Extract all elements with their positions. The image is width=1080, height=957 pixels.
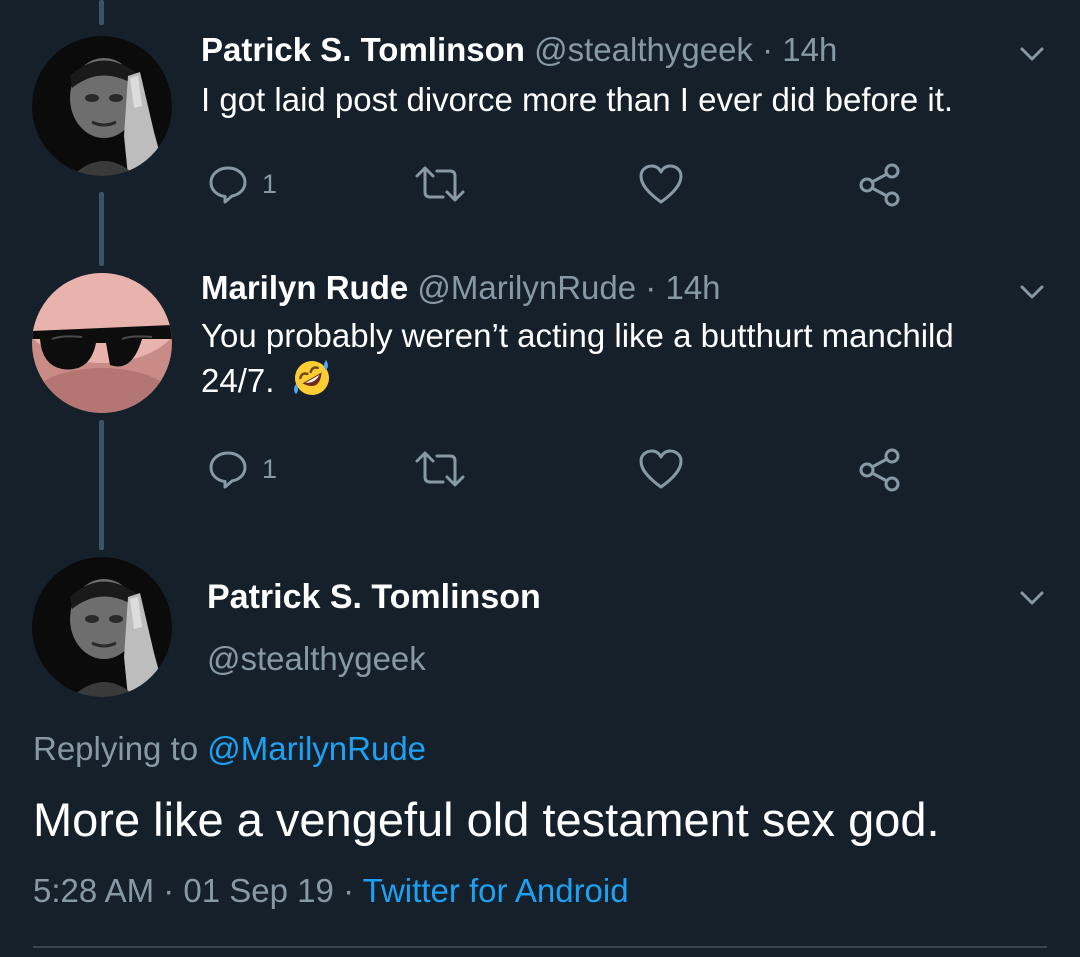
tweet-date: 01 Sep 19 — [183, 872, 334, 909]
tweet-time[interactable]: 14h — [782, 31, 837, 68]
chevron-down-icon[interactable] — [1014, 36, 1050, 72]
divider — [33, 946, 1047, 948]
tweet-time[interactable]: 14h — [665, 269, 720, 306]
display-name[interactable]: Patrick S. Tomlinson — [207, 578, 541, 617]
tweet-text: You probably weren’t acting like a butth… — [201, 313, 1021, 403]
retweet-button[interactable] — [413, 447, 467, 491]
tweet-actions: 1 — [201, 162, 931, 212]
share-button[interactable] — [857, 162, 903, 208]
thread-line-top — [99, 0, 104, 25]
chevron-down-icon[interactable] — [1014, 580, 1050, 616]
thread-line-1 — [99, 192, 104, 266]
retweet-icon — [415, 166, 465, 202]
meta-separator: · — [163, 872, 175, 909]
reply-count: 1 — [262, 168, 278, 199]
like-button[interactable] — [637, 447, 685, 491]
retweet-button[interactable] — [413, 162, 467, 206]
man-in-sunglasses-avatar-icon — [32, 273, 172, 413]
share-icon — [859, 448, 900, 492]
thread-line-2 — [99, 420, 104, 550]
tweet-actions: 1 — [201, 447, 931, 497]
user-handle[interactable]: @MarilynRude — [417, 269, 636, 306]
tweet-text: I got laid post divorce more than I ever… — [201, 81, 954, 118]
tweet-header: Patrick S. Tomlinson @stealthygeek · 14h — [201, 30, 837, 70]
chevron-down-icon[interactable] — [1014, 274, 1050, 310]
tweet-text: More like a vengeful old testament sex g… — [33, 793, 940, 846]
man-pointing-at-temple-avatar-icon — [32, 557, 172, 697]
avatar[interactable] — [32, 36, 172, 176]
retweet-icon — [415, 451, 465, 487]
like-button[interactable] — [637, 162, 685, 206]
reply-icon — [209, 451, 247, 489]
user-handle[interactable]: @stealthygeek — [207, 640, 426, 678]
display-name[interactable]: Marilyn Rude — [201, 269, 408, 306]
reply-button[interactable]: 1 — [206, 447, 277, 491]
avatar[interactable] — [32, 557, 172, 697]
heart-icon — [639, 449, 683, 489]
rolling-on-floor-laughing-emoji-icon — [294, 360, 330, 395]
man-pointing-at-temple-avatar-icon — [32, 36, 172, 176]
user-handle[interactable]: @stealthygeek — [534, 31, 753, 68]
replying-prefix: Replying to — [33, 730, 199, 767]
tweet-time: 5:28 AM — [33, 872, 155, 909]
share-button[interactable] — [857, 447, 903, 493]
meta-separator: · — [762, 31, 774, 68]
avatar[interactable] — [32, 273, 172, 413]
display-name[interactable]: Patrick S. Tomlinson — [201, 31, 525, 68]
reply-icon — [209, 166, 247, 204]
reply-button[interactable]: 1 — [206, 162, 277, 206]
share-icon — [859, 163, 900, 207]
meta-separator: · — [343, 872, 355, 909]
heart-icon — [639, 164, 683, 204]
meta-separator: · — [645, 269, 657, 306]
replying-to-link[interactable]: @MarilynRude — [207, 730, 426, 767]
replying-to: Replying to @MarilynRude — [33, 730, 426, 768]
tweet-source-link[interactable]: Twitter for Android — [363, 872, 629, 909]
tweet-thread-screen: Patrick S. Tomlinson @stealthygeek · 14h… — [0, 0, 1080, 957]
reply-count: 1 — [262, 453, 278, 484]
tweet-header: Marilyn Rude @MarilynRude · 14h — [201, 268, 721, 308]
tweet-timestamp: 5:28 AM · 01 Sep 19 · Twitter for Androi… — [33, 872, 629, 910]
